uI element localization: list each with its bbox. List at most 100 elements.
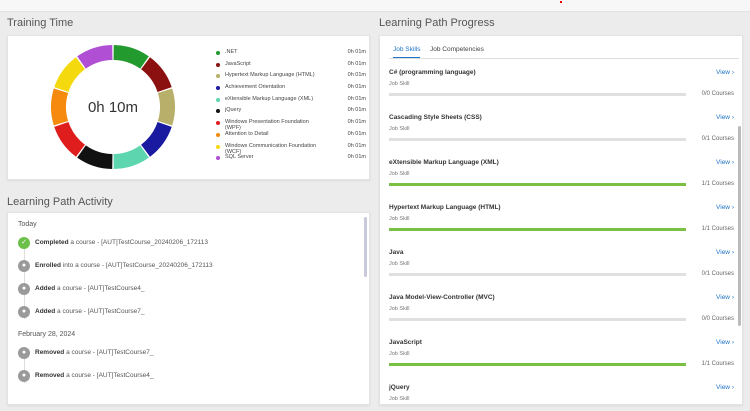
tab-job-skills[interactable]: Job Skills	[393, 46, 421, 58]
legend-swatch	[216, 51, 220, 55]
course-icon: ●	[18, 283, 30, 295]
view-label: View	[716, 294, 731, 301]
donut-slice[interactable]	[54, 122, 85, 157]
legend-item: SQL Server 0h 01m	[216, 153, 366, 165]
chevron-right-icon: ›	[731, 294, 734, 301]
activity-action: Enrolled	[35, 262, 62, 269]
legend-value: 0h 01m	[347, 72, 366, 79]
progress-bar	[389, 228, 686, 231]
skill-name: Cascading Style Sheets (CSS)	[389, 114, 482, 121]
check-icon: ✓	[18, 237, 30, 249]
skill-name: Hypertext Markup Language (HTML)	[389, 204, 501, 211]
chevron-right-icon: ›	[731, 249, 734, 256]
chevron-right-icon: ›	[731, 339, 734, 346]
activity-detail: a course - [AUT]TestCourse4_	[64, 372, 154, 379]
view-label: View	[716, 69, 731, 76]
donut-slice[interactable]	[141, 57, 172, 92]
legend-value: 0h 01m	[347, 60, 366, 67]
activity-action: Added	[35, 285, 56, 292]
view-link[interactable]: View ›	[716, 204, 734, 211]
view-label: View	[716, 204, 731, 211]
skill-name: Java Model-View-Controller (MVC)	[389, 294, 495, 301]
skill-type: Job Skill	[389, 351, 410, 357]
view-label: View	[716, 249, 731, 256]
view-link[interactable]: View ›	[716, 249, 734, 256]
activity-detail: a course - [AUT]TestCourse7_	[55, 308, 145, 315]
donut-slice[interactable]	[113, 45, 149, 69]
donut-slice[interactable]	[77, 45, 113, 69]
legend-swatch	[216, 86, 220, 91]
activity-item: ● Removed a course - [AUT]TestCourse7_	[18, 347, 358, 361]
legend-swatch	[216, 132, 220, 137]
view-label: View	[716, 159, 731, 166]
skill-name: JavaScript	[389, 339, 422, 346]
legend-item: Achievement Orientation 0h 01m	[216, 83, 366, 95]
course-count: 0/0 Courses	[701, 91, 734, 97]
progress-bar-fill	[389, 228, 686, 231]
legend-swatch	[216, 74, 220, 79]
activity-scrollbar[interactable]	[364, 217, 367, 277]
skill-item: eXtensible Markup Language (XML) Job Ski…	[389, 159, 734, 203]
activity-item: ● Added a course - [AUT]TestCourse4_	[18, 283, 358, 297]
donut-slice[interactable]	[77, 145, 113, 169]
donut-slice[interactable]	[113, 145, 149, 169]
chevron-right-icon: ›	[731, 204, 734, 211]
activity-text: Completed a course - [AUT]TestCourse_202…	[35, 239, 208, 246]
activity-text: Removed a course - [AUT]TestCourse7_	[35, 349, 154, 356]
activity-action: Removed	[35, 372, 65, 379]
view-link[interactable]: View ›	[716, 159, 734, 166]
activity-detail: a course - [AUT]TestCourse7_	[64, 349, 154, 356]
training-legend: .NET 0h 01m JavaScript 0h 01m Hypertext …	[216, 48, 366, 165]
course-icon: ●	[18, 347, 30, 359]
top-strip	[0, 0, 750, 12]
legend-label: jQuery	[225, 107, 242, 114]
skill-item: Java Model-View-Controller (MVC) Job Ski…	[389, 294, 734, 338]
progress-bar	[389, 183, 686, 186]
progress-tabs: Job Skills Job Competencies	[389, 43, 739, 59]
legend-label: eXtensible Markup Language (XML)	[225, 95, 314, 102]
course-count: 1/1 Courses	[701, 181, 734, 187]
donut-slice[interactable]	[157, 88, 175, 126]
skill-type: Job Skill	[389, 216, 410, 222]
progress-title: Learning Path Progress	[379, 17, 495, 29]
progress-scrollbar[interactable]	[738, 126, 741, 326]
course-icon: ●	[18, 370, 30, 382]
view-link[interactable]: View ›	[716, 114, 734, 121]
legend-swatch	[216, 109, 220, 114]
legend-value: 0h 01m	[347, 84, 366, 91]
skill-item: Hypertext Markup Language (HTML) Job Ski…	[389, 204, 734, 248]
legend-item: Windows Presentation Foundation (WPF) 0h…	[216, 118, 366, 131]
skill-item: jQuery Job Skill View ›	[389, 384, 734, 404]
chevron-right-icon: ›	[731, 114, 734, 121]
chevron-right-icon: ›	[731, 69, 734, 76]
legend-value: 0h 01m	[347, 49, 366, 55]
training-time-title: Training Time	[7, 17, 74, 29]
legend-label: Attention to Detail	[225, 130, 269, 137]
legend-item: JavaScript 0h 01m	[216, 60, 366, 72]
activity-detail: a course - [AUT]TestCourse4_	[55, 285, 145, 292]
legend-swatch	[216, 121, 220, 126]
legend-label: SQL Server	[225, 154, 254, 161]
activity-text: Removed a course - [AUT]TestCourse4_	[35, 372, 154, 379]
view-link[interactable]: View ›	[716, 294, 734, 301]
view-link[interactable]: View ›	[716, 384, 734, 391]
legend-item: Hypertext Markup Language (HTML) 0h 01m	[216, 71, 366, 83]
training-donut-chart: 0h 10m	[51, 45, 175, 169]
skill-name: eXtensible Markup Language (XML)	[389, 159, 499, 166]
legend-swatch	[216, 62, 220, 67]
legend-item: jQuery 0h 01m	[216, 106, 366, 118]
view-link[interactable]: View ›	[716, 69, 734, 76]
progress-bar	[389, 93, 686, 96]
legend-value: 0h 01m	[347, 154, 366, 161]
course-icon: ●	[18, 306, 30, 318]
view-link[interactable]: View ›	[716, 339, 734, 346]
activity-item: ● Added a course - [AUT]TestCourse7_	[18, 306, 358, 320]
donut-slice[interactable]	[141, 122, 172, 157]
donut-slice[interactable]	[54, 57, 85, 92]
tab-job-competencies[interactable]: Job Competencies	[430, 46, 484, 53]
activity-item: ● Enrolled into a course - [AUT]TestCour…	[18, 260, 358, 274]
indicator-dot	[560, 1, 562, 3]
skill-name: jQuery	[389, 384, 410, 391]
progress-bar	[389, 138, 686, 141]
donut-slice[interactable]	[51, 88, 69, 126]
